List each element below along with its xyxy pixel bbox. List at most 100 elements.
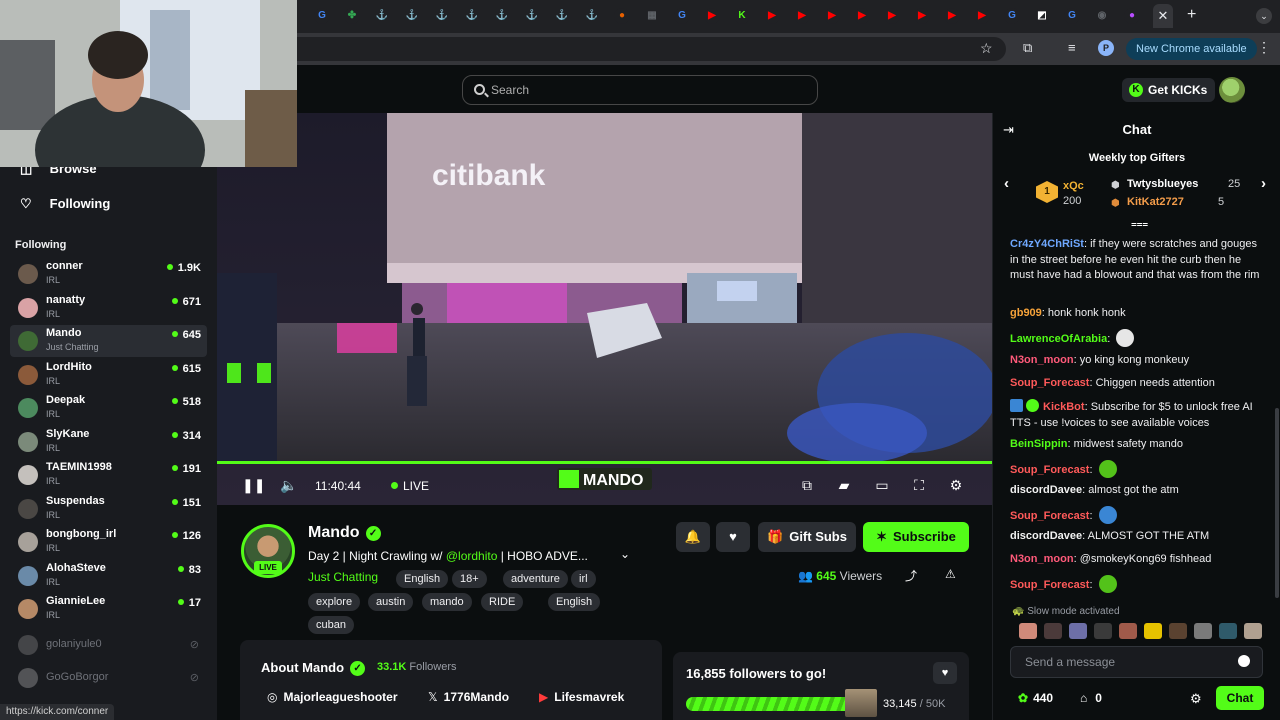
gifter-name[interactable]: Twtysblueyes [1127, 178, 1198, 190]
firefox-icon[interactable]: ● [614, 8, 630, 24]
colorwheel-icon[interactable]: ● [1124, 8, 1140, 24]
chat-username[interactable]: Soup_Forecast [1010, 377, 1089, 389]
chat-username[interactable]: discordDavee [1010, 530, 1082, 542]
chat-username[interactable]: BeinSippin [1010, 438, 1067, 450]
youtube-icon[interactable]: ▶ [824, 8, 840, 24]
new-tab-icon[interactable]: + [1187, 6, 1196, 24]
tab-search-icon[interactable]: ⌄ [1256, 8, 1272, 24]
video-player[interactable]: citibank MANDO ❚❚ 🔈 11:40:44 LIVE ⧉ ▰ ▭ … [217, 113, 992, 505]
sidebar-channel-suspendas[interactable]: Suspendas IRL 151 [10, 493, 207, 525]
tag-irl[interactable]: irl [571, 570, 596, 588]
stream-title-mention[interactable]: @lordhito [446, 549, 498, 563]
sidebar-channel-slykane[interactable]: SlyKane IRL 314 [10, 426, 207, 458]
chatter-avatar[interactable] [1169, 623, 1187, 639]
youtube-icon[interactable]: ▶ [704, 8, 720, 24]
fullscreen-icon[interactable]: ⛶ [909, 475, 929, 495]
social-link-x[interactable]: 𝕏 1776Mando [428, 690, 509, 704]
chatter-avatar[interactable] [1119, 623, 1137, 639]
category-link[interactable]: Just Chatting [308, 570, 378, 584]
media-control-icon[interactable]: ≡ [1068, 40, 1076, 55]
chat-username[interactable]: KickBot [1043, 401, 1085, 413]
chat-username[interactable]: N3on_moon [1010, 553, 1074, 565]
search-box[interactable] [462, 75, 818, 105]
chat-input-box[interactable] [1010, 646, 1263, 678]
google-icon[interactable]: G [1064, 8, 1080, 24]
pin-icon[interactable]: ⚓ [494, 8, 510, 24]
tag-adventure[interactable]: adventure [503, 570, 568, 588]
tag-english[interactable]: English [396, 570, 449, 588]
chat-username[interactable]: N3on_moon [1010, 354, 1074, 366]
chatter-avatar[interactable] [1219, 623, 1237, 639]
tag-explore[interactable]: explore [308, 593, 361, 611]
chat-username[interactable]: Soup_Forecast [1010, 464, 1089, 476]
youtube-icon[interactable]: ▶ [794, 8, 810, 24]
notification-bell-button[interactable]: 🔔 [676, 522, 710, 552]
gifter-name[interactable]: KitKat2727 [1127, 196, 1184, 208]
gift-subs-button[interactable]: 🎁 Gift Subs [758, 522, 856, 552]
chat-scrollbar[interactable] [1275, 408, 1279, 598]
bookmark-star-icon[interactable]: ☆ [980, 40, 993, 57]
social-link-instagram[interactable]: ◎ Majorleagueshooter [267, 690, 398, 704]
active-tab-close-icon[interactable]: ✕ [1153, 4, 1173, 28]
youtube-icon[interactable]: ▶ [854, 8, 870, 24]
share-icon[interactable]: ⤴ [905, 567, 917, 584]
google-icon[interactable]: G [1004, 8, 1020, 24]
pin-icon[interactable]: ⚓ [464, 8, 480, 24]
clover-icon[interactable]: ✤ [344, 8, 360, 24]
google-icon[interactable]: G [314, 8, 330, 24]
chat-username[interactable]: Soup_Forecast [1010, 579, 1089, 591]
chat-username[interactable]: gb909 [1010, 307, 1042, 319]
tag-cuban[interactable]: cuban [308, 616, 354, 634]
pin-icon[interactable]: ⚓ [584, 8, 600, 24]
chat-send-button[interactable]: Chat [1216, 686, 1264, 710]
chatter-avatar[interactable] [1019, 623, 1037, 639]
youtube-icon[interactable]: ▶ [764, 8, 780, 24]
calculator-icon[interactable]: ▦ [644, 8, 660, 24]
chatter-avatar[interactable] [1044, 623, 1062, 639]
youtube-icon[interactable]: ▶ [914, 8, 930, 24]
sidebar-channel-taemin1998[interactable]: TAEMIN1998 IRL 191 [10, 459, 207, 491]
store-button[interactable]: ⌂ 0 [1080, 691, 1102, 705]
record-icon[interactable]: ◉ [1094, 8, 1110, 24]
youtube-icon[interactable]: ▶ [884, 8, 900, 24]
chatter-avatar[interactable] [1069, 623, 1087, 639]
user-avatar[interactable] [1219, 77, 1245, 103]
address-bar[interactable] [296, 37, 1006, 61]
sidebar-channel-lordhito[interactable]: LordHito IRL 615 [10, 359, 207, 391]
pin-toggle-icon[interactable]: ⩶ [1131, 219, 1148, 230]
sidebar-channel-gogoborgor[interactable]: GoGoBorgor ⊘ [10, 662, 207, 694]
tag-austin[interactable]: austin [368, 593, 414, 611]
chrome-menu-icon[interactable]: ⋮ [1257, 39, 1271, 56]
chat-message-input[interactable] [1025, 647, 1235, 677]
chat-settings-icon[interactable]: ⚙ [1190, 691, 1202, 707]
tag-ride[interactable]: RIDE [481, 593, 524, 611]
volume-icon[interactable]: 🔈 [279, 475, 299, 495]
goal-heart-icon[interactable]: ♥ [933, 662, 957, 684]
extensions-icon[interactable]: ⧉ [1023, 40, 1032, 56]
sidebar-channel-giannielee[interactable]: GiannieLee IRL 17 [10, 593, 207, 625]
gifter-name[interactable]: xQc [1063, 180, 1084, 192]
tag-18[interactable]: 18+ [452, 570, 487, 588]
chatter-avatar[interactable] [1194, 623, 1212, 639]
sidebar-channel-conner[interactable]: conner IRL 1.9K [10, 258, 207, 290]
channel-points[interactable]: ✿ 440 [1018, 691, 1053, 705]
clip-icon[interactable]: ▰ [834, 475, 854, 495]
sidebar-channel-nanatty[interactable]: nanatty IRL 671 [10, 292, 207, 324]
sidebar-channel-alohasteve[interactable]: AlohaSteve IRL 83 [10, 560, 207, 592]
pin-icon[interactable]: ⚓ [524, 8, 540, 24]
settings-gear-icon[interactable]: ⚙ [946, 475, 966, 495]
tag-english[interactable]: English [548, 593, 601, 611]
video-progress-bar[interactable] [217, 461, 992, 464]
search-input[interactable] [491, 76, 801, 104]
follow-heart-button[interactable]: ♥ [716, 522, 750, 552]
youtube-icon[interactable]: ▶ [974, 8, 990, 24]
sidebar-item-following[interactable]: ♡ Following [20, 196, 110, 212]
sidebar-channel-golaniyule0[interactable]: golaniyule0 ⊘ [10, 629, 207, 661]
sidebar-channel-bongbong_irl[interactable]: bongbong_irl IRL 126 [10, 526, 207, 558]
profile-avatar[interactable]: P [1098, 40, 1114, 56]
chatter-avatar[interactable] [1244, 623, 1262, 639]
youtube-icon[interactable]: ▶ [944, 8, 960, 24]
get-kicks-button[interactable]: K Get KICKs [1122, 78, 1216, 102]
chatter-avatar[interactable] [1094, 623, 1112, 639]
google-icon[interactable]: G [674, 8, 690, 24]
